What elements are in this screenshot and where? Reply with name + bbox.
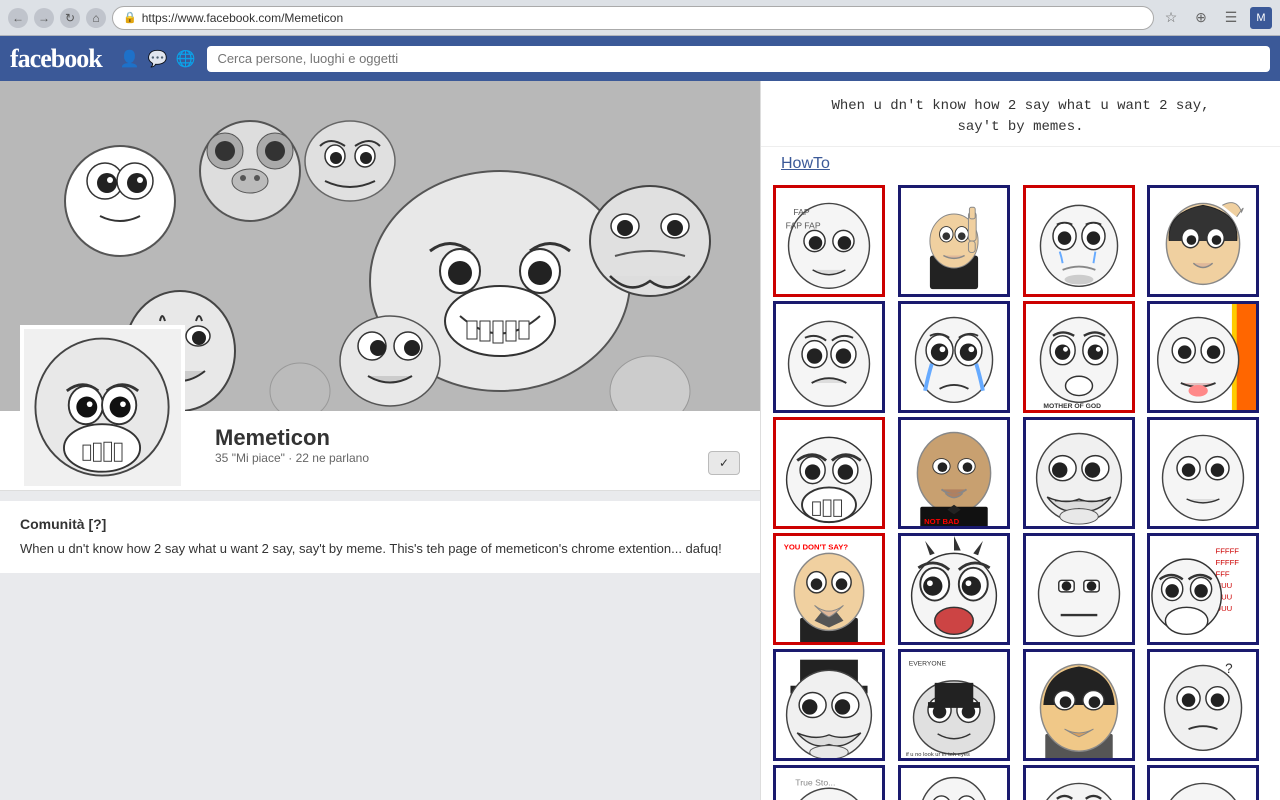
meme-cell-row6-4[interactable] — [1147, 765, 1259, 800]
meme-cell-blank1[interactable] — [1147, 417, 1259, 529]
page-name: Memeticon — [215, 425, 693, 451]
facebook-logo: facebook — [10, 44, 102, 74]
popup-header-line1: When u dn't know how 2 say what u want 2… — [781, 96, 1260, 117]
community-label: Comunità [?] — [20, 516, 740, 532]
browser-chrome: ← → ↻ ⌂ 🔒 https://www.facebook.com/Memet… — [0, 0, 1280, 36]
meme-cell-ffuuu[interactable]: FFFFF FFFFF FFF UUU UUU UUU — [1147, 533, 1259, 645]
meme-cell-y-u-no[interactable] — [898, 533, 1010, 645]
facebook-nav-icons: 👤 💬 🌐 — [120, 49, 196, 69]
talking-count: 22 — [296, 451, 309, 465]
talking-label: ne parlano — [312, 451, 369, 465]
svg-text:?: ? — [1225, 661, 1233, 676]
home-button[interactable]: ⌂ — [86, 8, 106, 28]
svg-text:FFFFF: FFFFF — [1216, 558, 1240, 567]
svg-text:NOT BAD: NOT BAD — [924, 517, 959, 526]
likes-label: "Mi piace" — [232, 451, 285, 465]
follow-button[interactable]: ✓ — [708, 451, 740, 475]
meme-grid: FAP FAP FAP — [761, 181, 1280, 800]
popup-header-line2: say't by memes. — [781, 117, 1260, 138]
url-text: https://www.facebook.com/Memeticon — [142, 11, 343, 25]
forward-button[interactable]: → — [34, 8, 54, 28]
search-input[interactable] — [207, 46, 1270, 72]
meme-cell-rainbow2[interactable] — [898, 765, 1010, 800]
meme-cell-forever-alone[interactable] — [1023, 185, 1135, 297]
friends-icon[interactable]: 👤 — [120, 49, 140, 69]
meme-cell-everyone-look[interactable]: EVERYONE if u no look ur in teh eyes — [898, 649, 1010, 761]
svg-text:EVERYONE: EVERYONE — [908, 660, 946, 667]
meme-cell-you-dont-say[interactable]: YOU DON'T SAY? — [773, 533, 885, 645]
browser-toolbar-icons: ☆ ⊕ ☰ M — [1160, 7, 1272, 29]
svg-text:FAP: FAP — [793, 207, 810, 217]
meme-cell-yao-ming[interactable] — [1023, 649, 1135, 761]
page-stats: 35 "Mi piace" · 22 ne parlano — [215, 451, 693, 465]
menu-icon[interactable]: ☰ — [1220, 7, 1242, 29]
svg-text:FAP FAP: FAP FAP — [786, 220, 821, 230]
refresh-button[interactable]: ↻ — [60, 8, 80, 28]
meme-cell-crying[interactable] — [898, 301, 1010, 413]
facebook-page: Memeticon 35 "Mi piace" · 22 ne parlano … — [0, 81, 760, 800]
likes-count: 35 — [215, 451, 228, 465]
star-icon[interactable]: ☆ — [1160, 7, 1182, 29]
meme-cell-derp-rainbow[interactable] — [1147, 301, 1259, 413]
profile-section: Memeticon 35 "Mi piace" · 22 ne parlano … — [0, 411, 760, 491]
meme-cell-row6-1[interactable]: True Sto... — [773, 765, 885, 800]
messages-icon[interactable]: 💬 — [148, 49, 168, 69]
meme-cell-jackie[interactable] — [1147, 185, 1259, 297]
meme-cell-poker[interactable] — [1023, 533, 1135, 645]
popup-header: When u dn't know how 2 say what u want 2… — [761, 81, 1280, 147]
about-text: When u dn't know how 2 say what u want 2… — [20, 540, 740, 558]
meme-cell-mother-of-god[interactable]: MOTHER OF GOD — [1023, 301, 1135, 413]
meme-cell-rage[interactable] — [773, 417, 885, 529]
meme-cell-row6-3[interactable] — [1023, 765, 1135, 800]
svg-text:if u no look ur in teh eyes: if u no look ur in teh eyes — [906, 752, 970, 758]
svg-text:FFFFF: FFFFF — [1216, 546, 1240, 555]
globe-icon[interactable]: 🌐 — [176, 49, 196, 69]
svg-text:MOTHER OF GOD: MOTHER OF GOD — [1043, 403, 1101, 410]
address-bar[interactable]: 🔒 https://www.facebook.com/Memeticon — [112, 6, 1154, 30]
facebook-header: facebook 👤 💬 🌐 — [0, 36, 1280, 81]
back-button[interactable]: ← — [8, 8, 28, 28]
about-section: Comunità [?] When u dn't know how 2 say … — [0, 501, 760, 573]
main-content: Memeticon 35 "Mi piace" · 22 ne parlano … — [0, 81, 1280, 800]
ssl-lock-icon: 🔒 — [123, 11, 137, 24]
meme-cell-troll[interactable] — [1023, 417, 1135, 529]
profile-picture — [20, 325, 185, 490]
meme-cell-not-bad[interactable]: NOT BAD — [898, 417, 1010, 529]
meme-cell-okay[interactable] — [773, 301, 885, 413]
meme-cell-fap[interactable]: FAP FAP FAP — [773, 185, 885, 297]
extension-popup: When u dn't know how 2 say what u want 2… — [760, 81, 1280, 800]
meme-cell-tophat-troll[interactable] — [773, 649, 885, 761]
svg-text:FFF: FFF — [1216, 569, 1230, 578]
meme-cell-no-face[interactable]: ? — [1147, 649, 1259, 761]
meme-cell-middlefinger[interactable] — [898, 185, 1010, 297]
profile-info: Memeticon 35 "Mi piace" · 22 ne parlano — [215, 425, 693, 475]
extension-icon[interactable]: M — [1250, 7, 1272, 29]
zoom-icon[interactable]: ⊕ — [1190, 7, 1212, 29]
howto-link[interactable]: HowTo — [761, 147, 1280, 181]
svg-text:True Sto...: True Sto... — [795, 777, 835, 787]
svg-text:YOU DON'T SAY?: YOU DON'T SAY? — [784, 542, 849, 551]
